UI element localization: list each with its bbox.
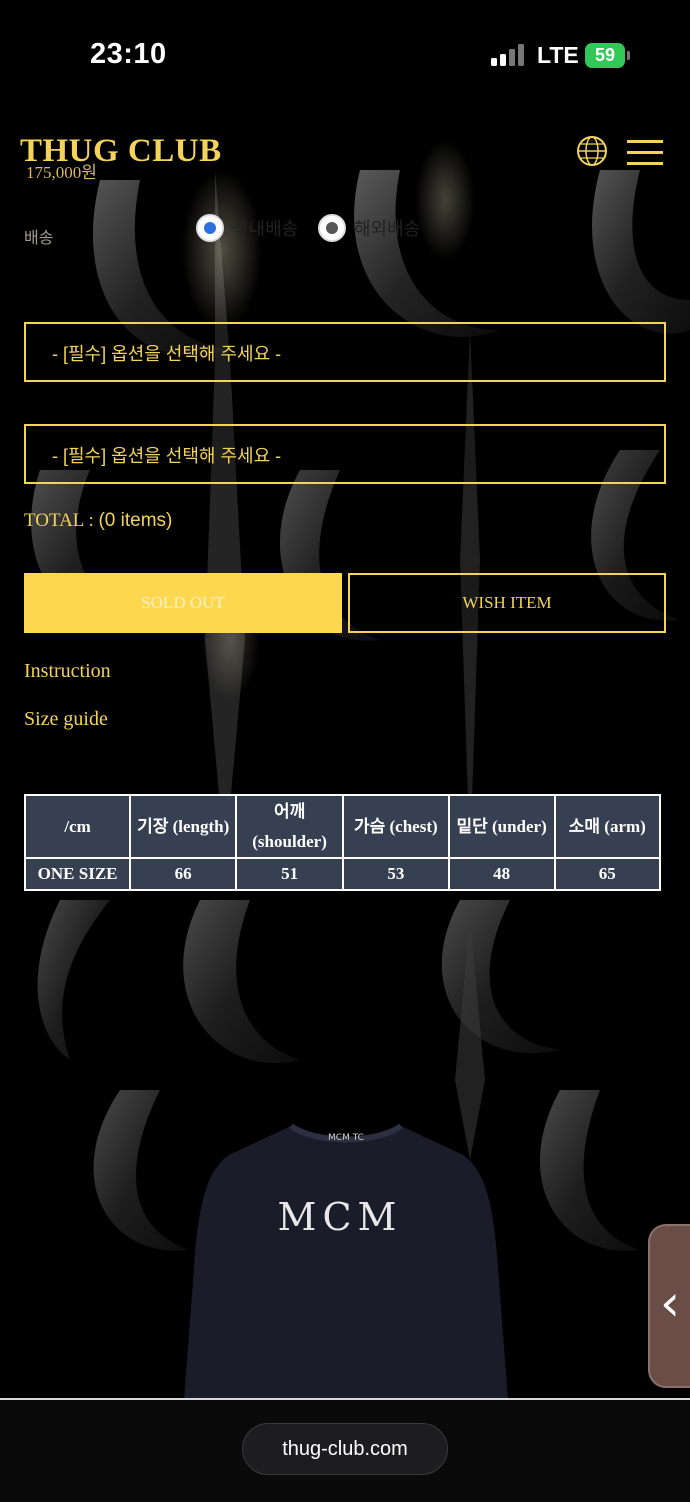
option-select-2-placeholder: - [필수] 옵션을 선택해 주세요 -	[52, 446, 282, 466]
size-header-arm: 소매 (arm)	[553, 794, 662, 859]
size-guide-link[interactable]: Size guide	[24, 708, 108, 731]
size-cell-size: ONE SIZE	[23, 857, 132, 891]
back-tab-button[interactable]: ‹	[648, 1224, 690, 1388]
total-items: (0 items)	[98, 510, 173, 531]
size-cell-shoulder: 51	[235, 857, 344, 891]
radio-label-international: 해외배송	[354, 219, 421, 239]
size-cell-under: 48	[447, 857, 556, 891]
radio-international-shipping[interactable]: 해외배송	[318, 212, 420, 244]
size-table-header-row: /cm 기장 (length) 어깨 (shoulder) 가슴 (chest)…	[23, 794, 662, 859]
size-header-unit: /cm	[23, 794, 132, 859]
size-table: /cm 기장 (length) 어깨 (shoulder) 가슴 (chest)…	[23, 794, 662, 891]
globe-icon[interactable]	[576, 135, 608, 167]
browser-url-bar: thug-club.com	[0, 1398, 690, 1502]
product-image: MCM TC MCM	[184, 1123, 508, 1400]
total-label: TOTAL :	[24, 510, 99, 531]
status-bar: 23:10 LTE 59	[0, 0, 690, 110]
shipping-label: 배송	[24, 230, 54, 247]
size-header-length: 기장 (length)	[129, 794, 238, 859]
radio-label-domestic: 국내배송	[232, 219, 299, 239]
chevron-left-icon: ‹	[660, 1274, 680, 1332]
size-header-shoulder: 어깨 (shoulder)	[235, 794, 344, 859]
sold-out-button[interactable]: SOLD OUT	[24, 573, 342, 633]
instruction-link[interactable]: Instruction	[24, 660, 111, 683]
shirt-collar-text: MCM TC	[328, 1133, 364, 1143]
radio-selected-icon	[196, 214, 224, 242]
shirt-logo-text: MCM	[278, 1195, 403, 1239]
size-cell-arm: 65	[553, 857, 662, 891]
network-label: LTE	[537, 42, 579, 68]
option-select-2[interactable]: - [필수] 옵션을 선택해 주세요 -	[24, 424, 666, 484]
size-header-under: 밑단 (under)	[447, 794, 556, 859]
radio-domestic-shipping[interactable]: 국내배송	[196, 212, 298, 244]
brand-logo[interactable]: THUG CLUB	[20, 133, 222, 170]
radio-unselected-icon	[318, 214, 346, 242]
signal-icon	[491, 44, 524, 66]
option-select-1-placeholder: - [필수] 옵션을 선택해 주세요 -	[52, 344, 282, 364]
total-summary: TOTAL : (0 items)	[24, 510, 172, 532]
wish-item-button[interactable]: WISH ITEM	[348, 573, 666, 633]
battery-level: 59	[594, 45, 616, 65]
status-time: 23:10	[90, 38, 167, 70]
size-cell-length: 66	[129, 857, 238, 891]
option-select-1[interactable]: - [필수] 옵션을 선택해 주세요 -	[24, 322, 666, 382]
hamburger-menu-icon[interactable]	[627, 140, 663, 166]
battery-icon: 59	[585, 43, 631, 68]
url-pill[interactable]: thug-club.com	[242, 1423, 448, 1475]
size-cell-chest: 53	[341, 857, 450, 891]
size-header-chest: 가슴 (chest)	[341, 794, 450, 859]
table-row: ONE SIZE 66 51 53 48 65	[23, 857, 662, 891]
